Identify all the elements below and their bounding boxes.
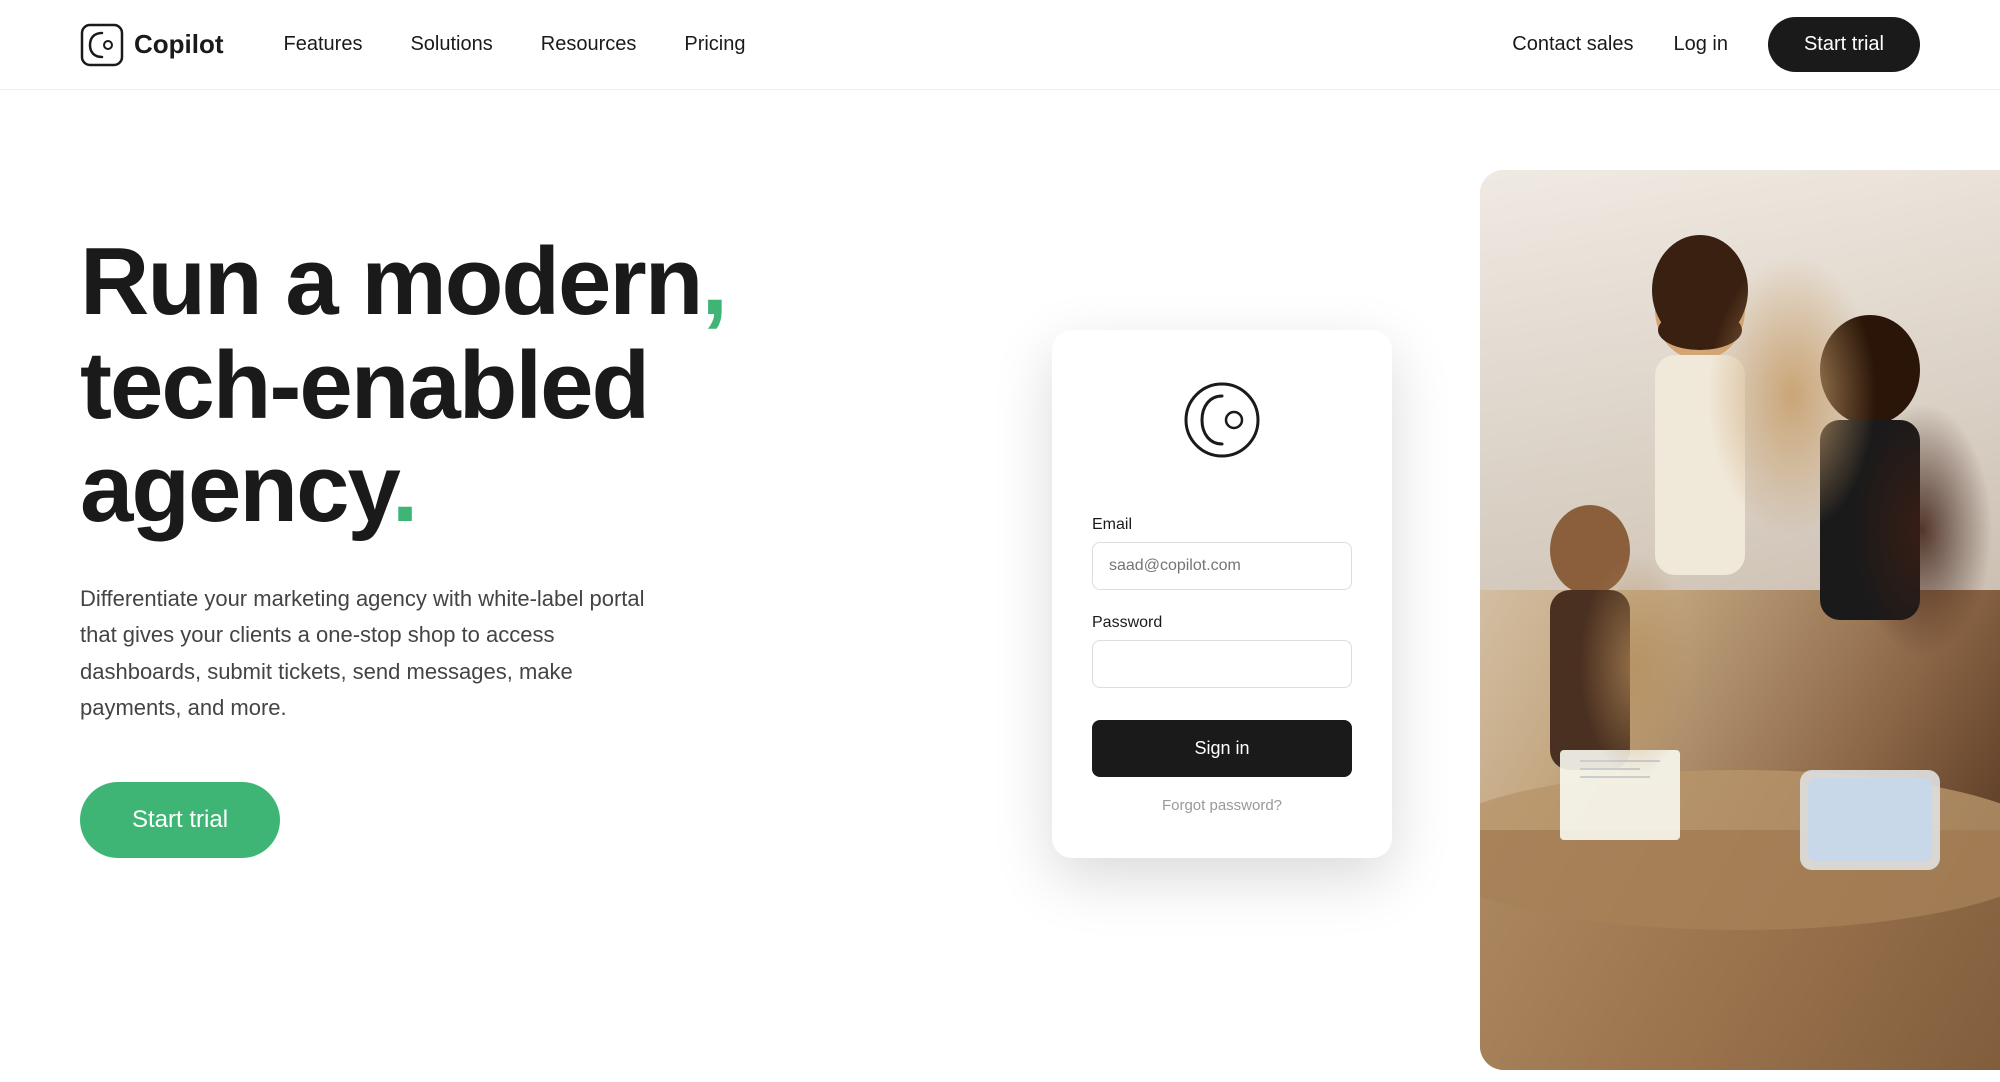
email-input[interactable] [1092, 542, 1352, 590]
hero-title: Run a modern, tech-enabled agency. [80, 230, 1092, 541]
nav-link-solutions[interactable]: Solutions [410, 33, 492, 55]
start-trial-nav-button[interactable]: Start trial [1768, 17, 1920, 72]
hero-photo-background [1480, 170, 2000, 1070]
nav-right: Contact sales Log in Start trial [1512, 17, 1920, 72]
login-card: Email Password •••••••••••••••• Sign in … [1052, 330, 1392, 858]
password-input[interactable]: •••••••••••••••• [1092, 640, 1352, 688]
nav-link-resources[interactable]: Resources [541, 33, 637, 55]
log-in-link[interactable]: Log in [1673, 33, 1728, 56]
login-logo-icon [1182, 380, 1262, 460]
logo-icon [80, 23, 124, 67]
nav-link-features[interactable]: Features [284, 33, 363, 55]
hero-photo-people [1480, 170, 2000, 1070]
contact-sales-link[interactable]: Contact sales [1512, 33, 1633, 56]
hero-right: Email Password •••••••••••••••• Sign in … [1092, 170, 1920, 1070]
start-trial-hero-button[interactable]: Start trial [80, 782, 280, 858]
email-label: Email [1092, 516, 1352, 534]
password-form-group: Password •••••••••••••••• [1092, 614, 1352, 688]
nav-links: Features Solutions Resources Pricing [284, 33, 746, 56]
logo-text: Copilot [134, 29, 224, 60]
sign-in-button[interactable]: Sign in [1092, 720, 1352, 777]
logo[interactable]: Copilot [80, 23, 224, 67]
hero-left: Run a modern, tech-enabled agency. Diffe… [80, 170, 1092, 858]
nav-link-pricing[interactable]: Pricing [684, 33, 745, 55]
hero-description: Differentiate your marketing agency with… [80, 581, 680, 726]
login-logo [1092, 380, 1352, 460]
nav-left: Copilot Features Solutions Resources Pri… [80, 23, 746, 67]
password-label: Password [1092, 614, 1352, 632]
navbar: Copilot Features Solutions Resources Pri… [0, 0, 2000, 90]
hero-section: Run a modern, tech-enabled agency. Diffe… [0, 90, 2000, 1082]
email-form-group: Email [1092, 516, 1352, 590]
forgot-password-link[interactable]: Forgot password? [1092, 797, 1352, 814]
